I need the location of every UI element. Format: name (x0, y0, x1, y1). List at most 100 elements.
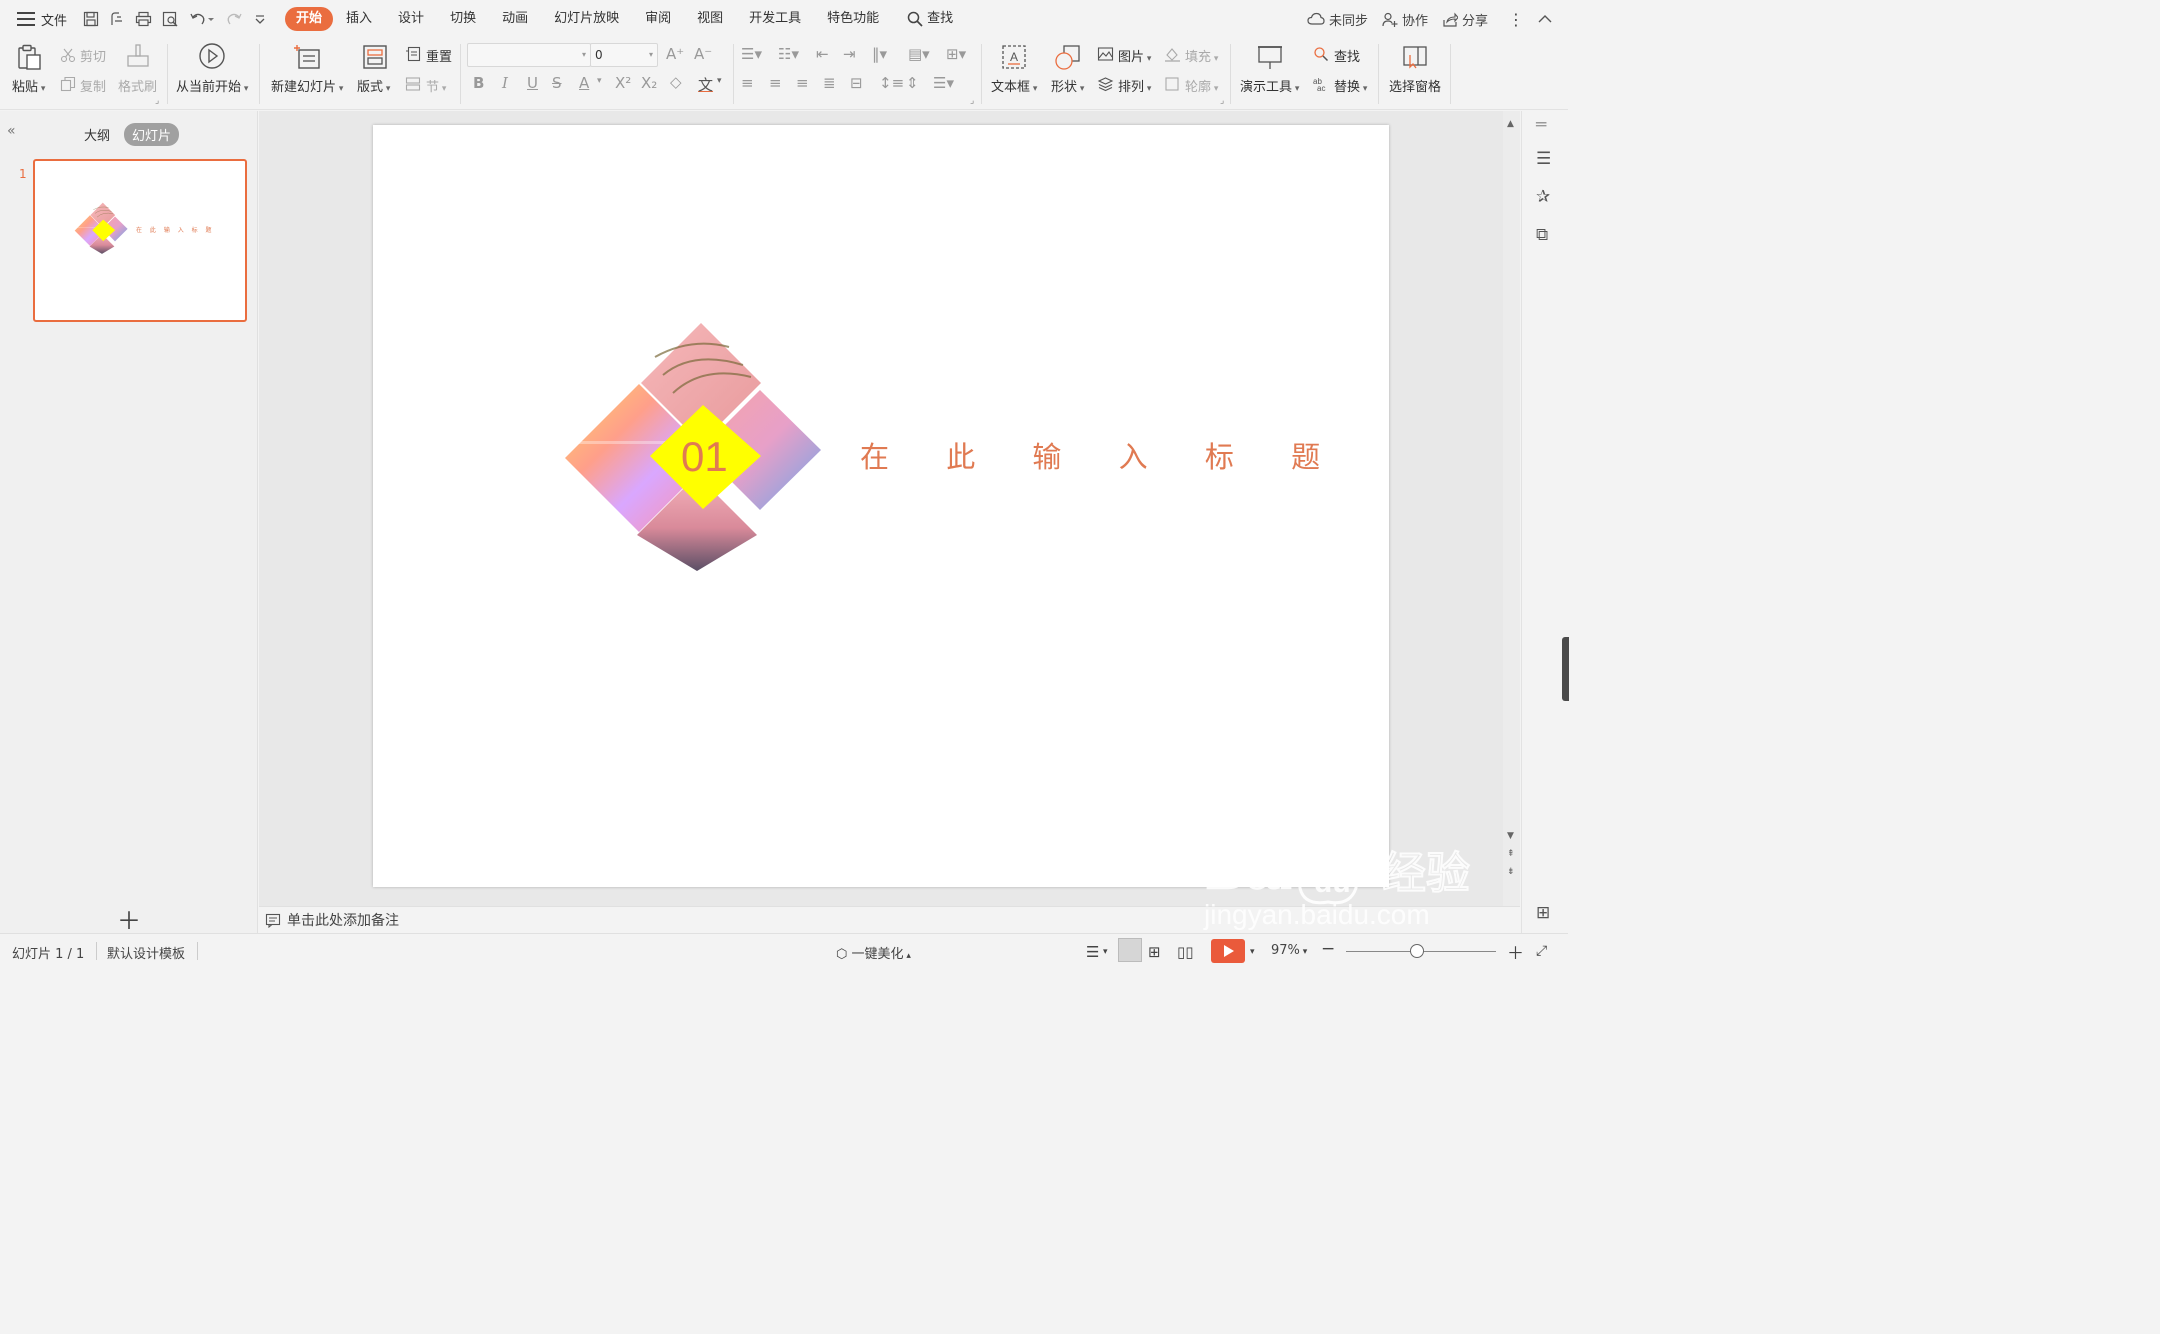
font-family-select[interactable]: ▾ (467, 43, 591, 67)
save-icon[interactable] (83, 11, 99, 27)
customize-toolbar-icon[interactable] (253, 11, 267, 27)
revision-icon[interactable] (109, 11, 125, 27)
tab-design[interactable]: 设计 (385, 7, 437, 31)
bold-icon[interactable]: B (473, 74, 484, 92)
zoom-select[interactable]: 97% ▾ (1271, 943, 1307, 958)
format-painter-icon[interactable] (124, 42, 152, 70)
char-shading-icon[interactable]: 文 (698, 74, 713, 95)
side-tab-handle[interactable] (1562, 637, 1569, 701)
paragraph-spacing-icon[interactable]: ⇕ (906, 74, 919, 92)
align-center-icon[interactable]: ≡ (769, 74, 782, 92)
tab-developer[interactable]: 开发工具 (736, 7, 814, 31)
superscript-icon[interactable]: X² (615, 74, 631, 92)
collapse-panel-icon[interactable]: « (7, 123, 16, 139)
scroll-down-icon[interactable]: ▼ (1507, 831, 1514, 841)
notes-toggle-icon[interactable]: ☰ (1086, 943, 1099, 961)
new-slide-button[interactable]: 新建幻灯片 ▾ (271, 76, 343, 95)
zoom-slider-thumb[interactable] (1410, 944, 1424, 958)
cut-button[interactable]: 剪切 (80, 46, 106, 65)
picture-button[interactable]: 图片 ▾ (1118, 46, 1151, 65)
reading-view-icon[interactable]: ▯▯ (1177, 943, 1194, 961)
scroll-up-icon[interactable]: ▲ (1507, 119, 1514, 129)
copy-button[interactable]: 复制 (80, 76, 106, 95)
next-slide-icon[interactable]: ⇟ (1507, 867, 1515, 877)
properties-icon[interactable]: ☰ (1536, 149, 1551, 169)
paste-icon[interactable] (16, 43, 44, 71)
undo-icon[interactable] (189, 11, 215, 27)
tab-transition[interactable]: 切换 (437, 7, 489, 31)
find-button[interactable]: 查找 (1334, 46, 1360, 65)
font-color-dropdown-icon[interactable]: ▾ (597, 76, 602, 86)
tab-home[interactable]: 开始 (285, 7, 334, 31)
tab-features[interactable]: 特色功能 (814, 7, 892, 31)
print-icon[interactable] (135, 11, 152, 27)
app-grid-icon[interactable]: ⊞ (1536, 903, 1550, 923)
print-preview-icon[interactable] (162, 11, 179, 27)
decrease-indent-icon[interactable]: ⇤ (816, 45, 829, 63)
columns-icon[interactable]: ▤▾ (908, 45, 930, 63)
font-color-icon[interactable]: A (579, 74, 589, 92)
play-circle-icon[interactable] (198, 42, 226, 70)
arrange-button[interactable]: 排列 ▾ (1118, 76, 1151, 95)
slide-title[interactable]: 在 此 输 入 标 题 (860, 434, 1344, 476)
number-badge[interactable]: 01 (681, 433, 728, 481)
tab-animation[interactable]: 动画 (489, 7, 541, 31)
notes-pane[interactable]: 单击此处添加备注 (259, 906, 1520, 933)
increase-indent-icon[interactable]: ⇥ (843, 45, 856, 63)
presentation-tool-icon[interactable] (1256, 43, 1284, 71)
select-pane-button[interactable]: 选择窗格 (1389, 76, 1441, 95)
slide-thumbnail[interactable]: 在 此 输 入 标 题 (33, 159, 247, 322)
paragraph-dialog-launcher-icon[interactable]: ⌟ (970, 96, 974, 106)
normal-view-icon[interactable] (1118, 938, 1142, 962)
textbox-button[interactable]: 文本框 ▾ (991, 76, 1037, 95)
subscript-icon[interactable]: X₂ (641, 74, 657, 92)
template-name[interactable]: 默认设计模板 (107, 943, 185, 962)
presentation-tool-button[interactable]: 演示工具 ▾ (1240, 76, 1299, 95)
distribute-icon[interactable]: ⊟ (850, 74, 863, 92)
tab-slides[interactable]: 幻灯片 (124, 123, 180, 146)
fill-button[interactable]: 填充 ▾ (1185, 46, 1218, 65)
slide-sorter-view-icon[interactable]: ⊞ (1148, 943, 1161, 961)
notes-toggle-dropdown-icon[interactable]: ▾ (1103, 947, 1108, 957)
increase-font-icon[interactable]: A⁺ (666, 45, 684, 63)
zoom-in-icon[interactable]: ＋ (1507, 939, 1524, 964)
tab-search[interactable]: 查找 (894, 7, 966, 31)
collapse-ribbon-icon[interactable] (1538, 14, 1552, 24)
line-spacing-icon[interactable]: ↕≡ (879, 74, 904, 92)
align-text-icon[interactable]: ⊞▾ (946, 45, 966, 63)
justify-icon[interactable]: ≣ (823, 74, 836, 92)
font-size-select[interactable]: 0 ▾ (590, 43, 658, 67)
hamburger-menu-icon[interactable] (17, 12, 35, 26)
zoom-out-icon[interactable]: − (1321, 939, 1335, 959)
slideshow-play-button[interactable] (1211, 939, 1245, 963)
slideshow-dropdown-icon[interactable]: ▾ (1250, 947, 1255, 957)
layout-icon[interactable] (361, 43, 389, 71)
vertical-scrollbar[interactable]: ▲ ▼ ⇞ ⇟ (1503, 111, 1520, 906)
clipboard-dialog-launcher-icon[interactable]: ⌟ (155, 96, 159, 106)
select-pane-icon[interactable] (1401, 43, 1429, 71)
tab-insert[interactable]: 插入 (333, 7, 385, 31)
animation-pane-icon[interactable]: ✰ (1536, 187, 1550, 207)
align-left-icon[interactable]: ≡ (741, 74, 754, 92)
tab-view[interactable]: 视图 (684, 7, 736, 31)
sync-status-button[interactable]: 未同步 (1307, 10, 1368, 29)
paste-button[interactable]: 粘贴 ▾ (12, 76, 45, 95)
redo-icon[interactable] (225, 11, 243, 27)
more-options-icon[interactable]: ⋮ (1508, 10, 1524, 29)
bullet-list-icon[interactable]: ☰▾ (741, 45, 762, 63)
beautify-button[interactable]: ⬡ 一键美化 ▴ (836, 943, 911, 962)
strikethrough-icon[interactable]: S (552, 74, 562, 92)
decrease-font-icon[interactable]: A⁻ (694, 45, 712, 63)
tab-review[interactable]: 审阅 (632, 7, 684, 31)
char-shading-dropdown-icon[interactable]: ▾ (717, 76, 722, 86)
share-button[interactable]: 分享 (1442, 10, 1488, 29)
slide-canvas[interactable]: 01 在 此 输 入 标 题 (373, 125, 1389, 887)
format-painter-button[interactable]: 格式刷 (118, 76, 157, 95)
fit-window-icon[interactable]: ⤢ (1536, 943, 1547, 959)
tab-slideshow[interactable]: 幻灯片放映 (541, 7, 632, 31)
from-current-button[interactable]: 从当前开始 ▾ (176, 76, 248, 95)
align-right-icon[interactable]: ≡ (796, 74, 809, 92)
tab-outline[interactable]: 大纲 (76, 123, 118, 146)
reset-button[interactable]: 重置 (426, 46, 452, 65)
replace-button[interactable]: 替换 ▾ (1334, 76, 1367, 95)
